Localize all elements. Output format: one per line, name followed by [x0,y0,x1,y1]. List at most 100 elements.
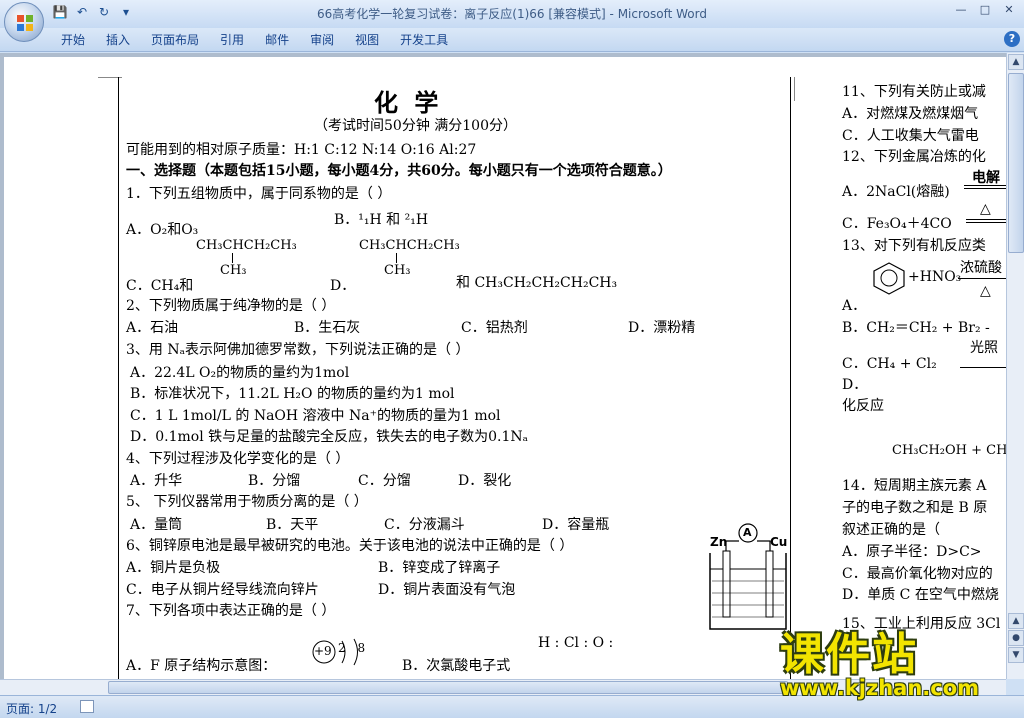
q14-option-d: D．单质 C 在空气中燃烧 [842,587,999,603]
q2-option-d: D．漂粉精 [628,320,696,336]
q1c-structure: CH₃CHCH₂CH₃ [196,238,297,253]
light-condition: 光照 [970,340,998,356]
q4-option-c: C．分馏 [358,473,411,489]
q1-option-b: B．¹₁H 和 ²₁H [334,212,429,228]
app-name: Microsoft Word [617,7,707,21]
cell-zn-label: Zn [710,535,728,549]
document-name: 66高考化学一轮复习试卷：离子反应(1)66 [兼容模式] [317,7,606,21]
question-2: 2、下列物质属于纯净物的是（ ） [126,298,336,314]
vertical-scrollbar[interactable]: ▲ ▲ ● ▼ [1006,53,1024,679]
benzene-ring-icon [873,262,905,295]
q5-option-a: A．量筒 [130,517,183,533]
tab-view[interactable]: 视图 [346,31,388,49]
cell-cu-label: Cu [770,535,788,549]
sulfuric-acid-condition: 浓硫酸 [960,260,1002,276]
q13-option-b: B．CH₂＝CH₂ + Br₂ - [842,320,990,336]
q3-option-d: D．0.1mol 铁与足量的盐酸完全反应，铁失去的电子数为0.1Nₐ [130,429,529,445]
tab-home[interactable]: 开始 [52,31,94,49]
help-icon[interactable]: ? [1004,31,1020,47]
question-11: 11、下列有关防止或减 [842,84,986,100]
electrolysis-condition: 电解 [972,170,1000,186]
q1d-substituent: CH₃ [384,263,411,278]
question-12: 12、下列金属冶炼的化 [842,149,986,165]
q2-option-a: A．石油 [126,320,179,336]
tab-review[interactable]: 审阅 [301,31,343,49]
proofing-icon[interactable] [80,700,94,713]
right-column-border [790,77,791,679]
scroll-up-icon[interactable]: ▲ [1008,54,1024,70]
q1-option-d: D． [330,278,356,294]
q4-option-a: A．升华 [130,473,183,489]
q5-option-b: B．天平 [266,517,319,533]
tab-page-layout[interactable]: 页面布局 [142,31,208,49]
close-icon[interactable]: ✕ [998,2,1020,18]
q2-option-c: C．铝热剂 [461,320,528,336]
question-14: 14．短周期主族元素 A [842,478,987,494]
atomic-masses: 可能用到的相对原子质量：H:1 C:12 N:14 O:16 Al:27 [126,142,477,158]
q1-option-a: A．O₂和O₃ [126,222,199,238]
question-4: 4、下列过程涉及化学变化的是（ ） [126,451,350,467]
q6-option-a: A．铜片是负极 [126,560,221,576]
question-13: 13、对下列有机反应类 [842,238,986,254]
page-indicator[interactable]: 页面: 1/2 [6,700,57,717]
equals-sign [966,219,1006,223]
crop-mark [794,77,795,101]
q4-option-b: B．分馏 [248,473,301,489]
q3-option-a: A．22.4L O₂的物质的量约为1mol [130,365,350,381]
window-title: 66高考化学一轮复习试卷：离子反应(1)66 [兼容模式] - Microsof… [317,7,707,21]
office-button[interactable] [4,2,44,42]
ammeter-label: A [743,526,752,539]
f-shell-electrons: 2 8 [338,641,370,655]
q1d-structure: CH₃CHCH₂CH₃ [359,238,460,253]
document-area[interactable]: 化 学 （考试时间50分钟 满分100分） 可能用到的相对原子质量：H:1 C:… [0,53,1006,679]
q1d-pentane: 和 CH₃CH₂CH₂CH₂CH₃ [456,275,618,291]
q11-option-c: C．人工收集大气雷电 [842,128,979,144]
q6-option-d: D．铜片表面没有气泡 [378,582,516,598]
question-14-cont: 子的电子数之和是 B 原 [842,500,988,516]
q5-option-c: C．分液漏斗 [384,517,465,533]
tab-references[interactable]: 引用 [211,31,253,49]
bond-line [396,253,397,263]
tab-mailings[interactable]: 邮件 [256,31,298,49]
scroll-thumb[interactable] [1008,73,1024,253]
heat-condition-2: △ [980,283,991,299]
document-page[interactable]: 化 学 （考试时间50分钟 满分100分） 可能用到的相对原子质量：H:1 C:… [4,57,1006,679]
question-1: 1．下列五组物质中，属于同系物的是（ ） [126,186,392,202]
doc-subtitle: （考试时间50分钟 满分100分） [314,118,517,134]
ribbon-tabs: 开始 插入 页面布局 引用 邮件 审阅 视图 开发工具 [52,31,460,49]
q7-option-b: B．次氯酸电子式 [402,658,511,674]
q6-option-b: B．锌变成了锌离子 [378,560,501,576]
minimize-icon[interactable]: — [950,2,972,18]
maximize-icon[interactable]: □ [974,2,996,18]
question-7: 7、下列各项中表达正确的是（ ） [126,603,336,619]
equals-sign [964,185,1006,189]
horizontal-scroll-thumb[interactable] [108,681,788,694]
ribbon: 开始 插入 页面布局 引用 邮件 审阅 视图 开发工具 ? [0,28,1024,52]
watermark: 课件站 www.kjzhan.com [780,618,1012,700]
left-column-border [118,77,119,679]
q3-option-c: C．1 L 1mol/L 的 NaOH 溶液中 Na⁺的物质的量为1 mol [130,408,501,424]
f-nucleus-label: +9 [314,644,332,658]
window-controls: — □ ✕ [950,2,1020,18]
title-bar: 💾 ↶ ↻ ▾ 66高考化学一轮复习试卷：离子反应(1)66 [兼容模式] - … [0,0,1024,28]
watermark-url: www.kjzhan.com [780,676,980,700]
section-heading: 一、选择题（本题包括15小题，每小题4分，共60分。每小题只有一个选项符合题意。… [126,163,672,179]
doc-title: 化 学 [374,88,443,117]
q5-option-d: D．容量瓶 [542,517,610,533]
heat-condition: △ [980,201,991,217]
q13-option-c: C．CH₄ + Cl₂ [842,356,937,372]
tab-insert[interactable]: 插入 [97,31,139,49]
q14-option-a: A．原子半径：D>C> [842,544,982,560]
watermark-title: 课件站 [780,629,918,680]
hclo-electron-formula: H : Cl : O : [538,635,614,651]
q7-option-a: A．F 原子结构示意图： [126,658,277,674]
q1c-substituent: CH₃ [220,263,247,278]
q14-option-c: C．最高价氧化物对应的 [842,566,993,582]
question-3: 3、用 Nₐ表示阿佛加德罗常数，下列说法正确的是（ ） [126,342,470,358]
ethanol-equation: CH₃CH₂OH + CH [892,443,1006,458]
tab-developer[interactable]: 开发工具 [391,31,457,49]
q13-option-d: D． [842,377,868,393]
office-logo-icon [17,15,33,31]
q6-option-c: C．电子从铜片经导线流向锌片 [126,582,319,598]
question-14-cont2: 叙述正确的是（ [842,522,940,538]
